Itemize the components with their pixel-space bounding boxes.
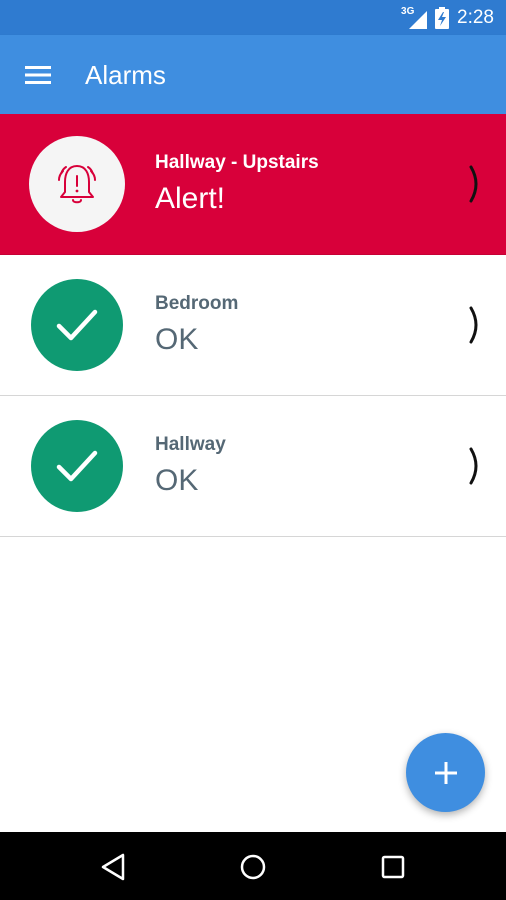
chevron-right-icon (469, 447, 478, 485)
alarm-row-hallway-upstairs[interactable]: Hallway - Upstairs Alert! (0, 114, 506, 255)
status-time: 2:28 (457, 6, 494, 28)
page-title: Alarms (85, 60, 166, 90)
alarm-list: Hallway - Upstairs Alert! Bedroom OK Hal… (0, 114, 506, 537)
alarm-bell-icon (58, 165, 96, 204)
hamburger-menu-icon (25, 66, 51, 84)
alarm-status-badge (29, 136, 125, 232)
chevron-right-icon (469, 306, 478, 344)
back-icon[interactable] (96, 849, 132, 885)
check-icon (56, 450, 98, 482)
alarm-status-badge (31, 420, 123, 512)
alarm-name: Bedroom (155, 293, 239, 314)
alarm-name: Hallway (155, 434, 226, 455)
home-icon[interactable] (235, 849, 271, 885)
alarm-row-bedroom[interactable]: Bedroom OK (0, 255, 506, 396)
status-bar: 3G 2:28 (0, 0, 506, 35)
alarm-status: OK (155, 464, 199, 497)
app-bar: Alarms (0, 35, 506, 114)
navigation-bar (0, 832, 506, 900)
battery-charging-icon (435, 6, 450, 29)
chevron-right-icon (469, 165, 478, 203)
network-indicator: 3G (401, 6, 428, 29)
plus-icon (434, 761, 457, 784)
status-icons: 3G 2:28 (401, 0, 494, 35)
add-alarm-button[interactable] (406, 733, 485, 812)
menu-button[interactable] (18, 57, 58, 93)
recents-icon[interactable] (375, 849, 411, 885)
alarm-status: Alert! (155, 182, 226, 215)
signal-icon (409, 10, 428, 29)
check-icon (56, 309, 98, 341)
alarm-row-hallway[interactable]: Hallway OK (0, 396, 506, 537)
alarm-name: Hallway - Upstairs (155, 152, 319, 173)
alarm-status-badge (31, 279, 123, 371)
alarm-status: OK (155, 323, 199, 356)
